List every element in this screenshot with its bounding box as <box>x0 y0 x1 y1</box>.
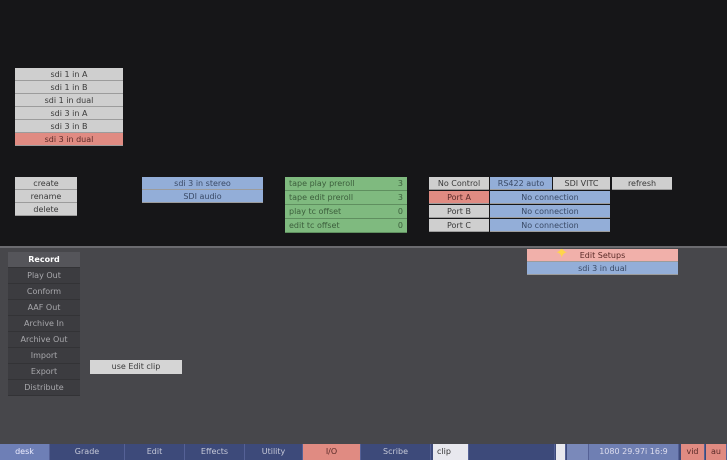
toolbar-indicator[interactable] <box>567 444 589 460</box>
source-list: sdi 1 in A sdi 1 in B sdi 1 in dual sdi … <box>15 68 123 146</box>
tape-settings: tape play preroll 3 tape edit preroll 3 … <box>285 177 407 233</box>
field-label: tape edit preroll <box>289 193 354 202</box>
refresh-button[interactable]: refresh <box>612 177 672 190</box>
mode-record[interactable]: Record <box>8 252 80 268</box>
sdi-vitc-button[interactable]: SDI VITC <box>553 177 610 190</box>
source-item[interactable]: sdi 1 in dual <box>15 94 123 107</box>
mode-menu: Record Play Out Conform AAF Out Archive … <box>8 252 80 396</box>
edit-setups-panel: ✦ Edit Setups sdi 3 in dual <box>527 249 678 275</box>
field-label: edit tc offset <box>289 221 340 230</box>
audio-source-item[interactable]: sdi 3 in stereo <box>142 177 263 190</box>
mode-archive-out[interactable]: Archive Out <box>8 332 80 348</box>
source-item[interactable]: sdi 1 in A <box>15 68 123 81</box>
utility-tab[interactable]: Utility <box>245 444 303 460</box>
desk-tab[interactable]: desk <box>0 444 50 460</box>
edit-tc-offset-field[interactable]: edit tc offset 0 <box>285 219 407 233</box>
source-item[interactable]: sdi 3 in A <box>15 107 123 120</box>
command-list: create rename delete <box>15 177 77 216</box>
no-control-button[interactable]: No Control <box>429 177 489 190</box>
mode-conform[interactable]: Conform <box>8 284 80 300</box>
source-item[interactable]: sdi 3 in B <box>15 120 123 133</box>
port-c-button[interactable]: Port C <box>429 219 489 232</box>
source-item-selected[interactable]: sdi 3 in dual <box>15 133 123 146</box>
edit-setups-title[interactable]: ✦ Edit Setups <box>527 249 678 262</box>
port-status: No connection <box>490 219 610 232</box>
scribe-tab[interactable]: Scribe <box>361 444 431 460</box>
create-button[interactable]: create <box>15 177 77 190</box>
mode-export[interactable]: Export <box>8 364 80 380</box>
bottom-toolbar: desk Grade Edit Effects Utility I/O Scri… <box>0 444 727 460</box>
vid-button[interactable]: vid <box>681 444 705 460</box>
field-label: play tc offset <box>289 207 342 216</box>
edit-tab[interactable]: Edit <box>125 444 185 460</box>
audio-list: sdi 3 in stereo SDI audio <box>142 177 263 203</box>
delete-button[interactable]: delete <box>15 203 77 216</box>
clip-field[interactable]: clip <box>433 444 469 460</box>
edit-setup-item[interactable]: sdi 3 in dual <box>527 262 678 275</box>
edit-setups-label: Edit Setups <box>579 251 626 260</box>
mode-import[interactable]: Import <box>8 348 80 364</box>
audio-source-item[interactable]: SDI audio <box>142 190 263 203</box>
toolbar-spacer <box>469 444 555 460</box>
port-a-button[interactable]: Port A <box>429 191 489 204</box>
source-item[interactable]: sdi 1 in B <box>15 81 123 94</box>
format-readout: 1080 29.97i 16:9 <box>589 444 679 460</box>
field-value[interactable]: 0 <box>398 205 403 218</box>
use-edit-clip-button[interactable]: use Edit clip <box>90 360 182 374</box>
tape-edit-preroll-field[interactable]: tape edit preroll 3 <box>285 191 407 205</box>
field-value[interactable]: 0 <box>398 219 403 232</box>
rename-button[interactable]: rename <box>15 190 77 203</box>
port-status: No connection <box>490 205 610 218</box>
field-value[interactable]: 3 <box>398 177 403 190</box>
aud-button[interactable]: au <box>706 444 727 460</box>
rs422-auto-button[interactable]: RS422 auto <box>490 177 552 190</box>
grade-tab[interactable]: Grade <box>50 444 125 460</box>
play-tc-offset-field[interactable]: play tc offset 0 <box>285 205 407 219</box>
mode-distribute[interactable]: Distribute <box>8 380 80 396</box>
port-b-button[interactable]: Port B <box>429 205 489 218</box>
tape-play-preroll-field[interactable]: tape play preroll 3 <box>285 177 407 191</box>
mode-play-out[interactable]: Play Out <box>8 268 80 284</box>
mode-archive-in[interactable]: Archive In <box>8 316 80 332</box>
io-tab[interactable]: I/O <box>303 444 361 460</box>
mode-aaf-out[interactable]: AAF Out <box>8 300 80 316</box>
field-label: tape play preroll <box>289 179 355 188</box>
port-status: No connection <box>490 191 610 204</box>
toolbar-swatch[interactable] <box>556 444 566 460</box>
field-value[interactable]: 3 <box>398 191 403 204</box>
effects-tab[interactable]: Effects <box>185 444 245 460</box>
cursor-star-icon: ✦ <box>555 249 569 262</box>
workspace-area <box>0 248 727 444</box>
